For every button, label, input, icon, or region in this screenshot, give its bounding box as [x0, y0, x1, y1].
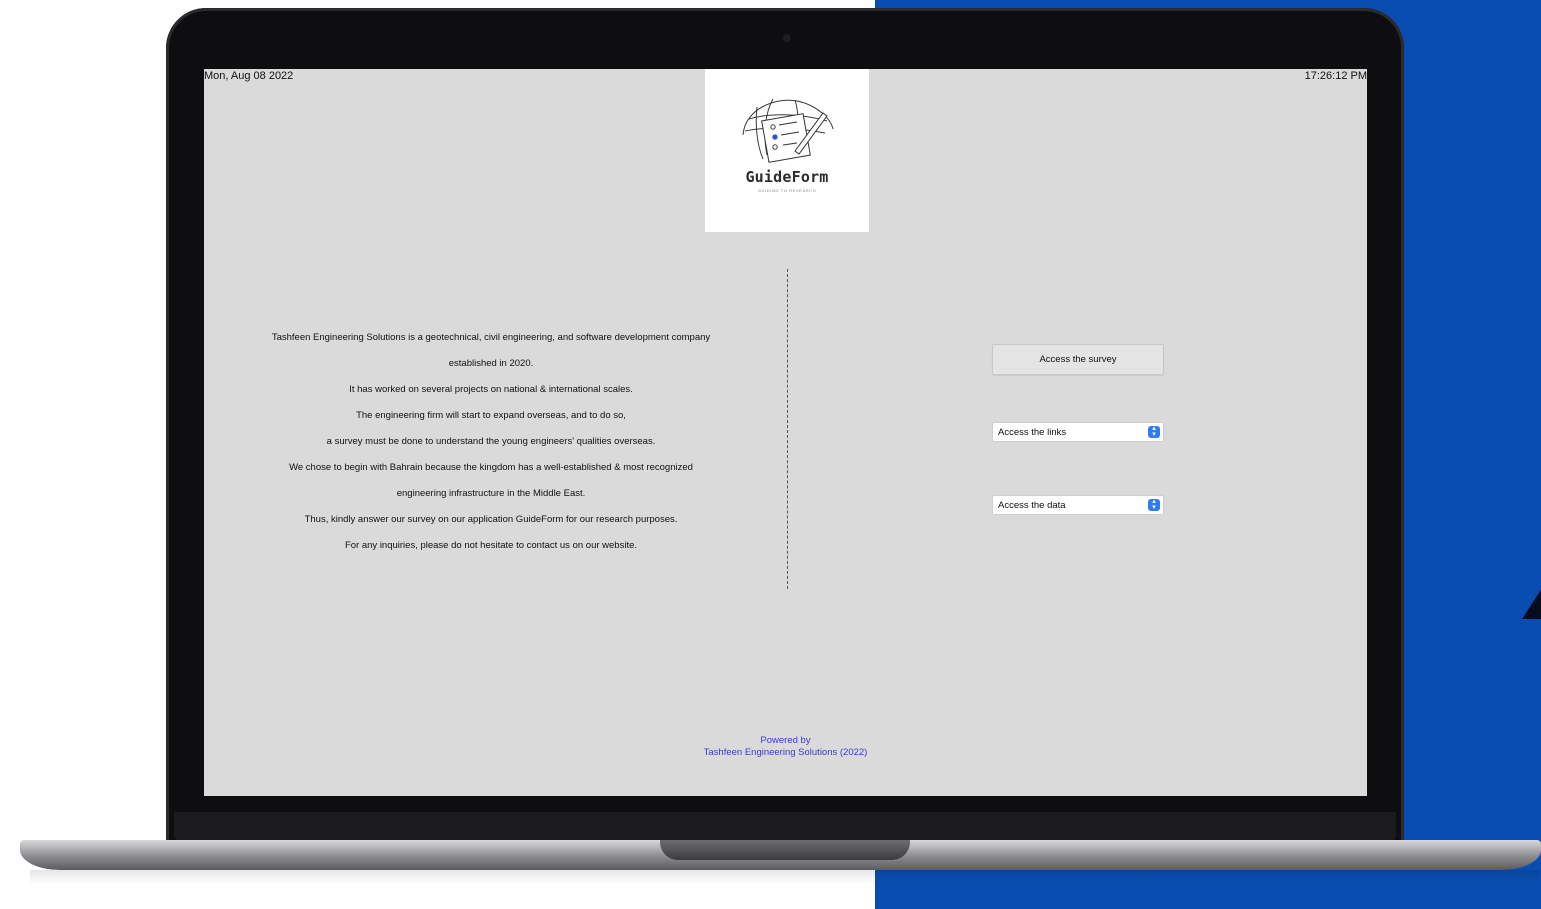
data-select-value: Access the data — [998, 499, 1066, 511]
intro-line: a survey must be done to understand the … — [326, 436, 656, 447]
intro-line: For any inquiries, please do not hesitat… — [344, 540, 638, 551]
intro-text: Tashfeen Engineering Solutions is a geot… — [224, 325, 758, 559]
logo-name: GuideForm — [745, 168, 829, 186]
intro-line: established in 2020. — [448, 358, 534, 369]
intro-line: engineering infrastructure in the Middle… — [396, 488, 586, 499]
logo-tagline: GUIDING TO RESEARCH — [757, 188, 817, 193]
app-screen: Mon, Aug 08 2022 17:26:12 PM GuideForm G… — [204, 69, 1367, 796]
select-arrows-icon: ▴ ▾ — [1148, 425, 1160, 438]
intro-line: We chose to begin with Bahrain because t… — [289, 462, 693, 473]
date-display: Mon, Aug 08 2022 — [204, 70, 294, 82]
footer-company-link[interactable]: Tashfeen Engineering Solutions (2022) — [204, 747, 1367, 759]
intro-line: The engineering firm will start to expan… — [356, 410, 626, 421]
laptop-bezel-bottom — [174, 812, 1396, 840]
data-select[interactable]: Access the data ▴ ▾ — [992, 495, 1164, 515]
footer-powered-by: Powered by — [760, 735, 811, 746]
links-select-value: Access the links — [998, 426, 1067, 438]
clock-display: 17:26:12 PM — [1304, 70, 1367, 82]
logo: GuideForm GUIDING TO RESEARCH — [705, 69, 869, 232]
camera-icon — [783, 34, 791, 42]
globe-form-pen-icon — [742, 98, 834, 163]
intro-line: It has worked on several projects on nat… — [349, 384, 633, 395]
footer: Powered by Tashfeen Engineering Solution… — [204, 735, 1367, 759]
access-survey-button[interactable]: Access the survey — [992, 344, 1164, 375]
select-arrows-icon: ▴ ▾ — [1148, 498, 1160, 511]
background-arrow-shape — [1522, 585, 1541, 619]
laptop-shadow — [30, 870, 1540, 884]
dashed-divider — [787, 269, 788, 589]
laptop-notch — [660, 840, 910, 860]
links-select[interactable]: Access the links ▴ ▾ — [992, 422, 1164, 442]
intro-line: Tashfeen Engineering Solutions is a geot… — [271, 332, 711, 343]
intro-line: Thus, kindly answer our survey on our ap… — [304, 514, 678, 525]
